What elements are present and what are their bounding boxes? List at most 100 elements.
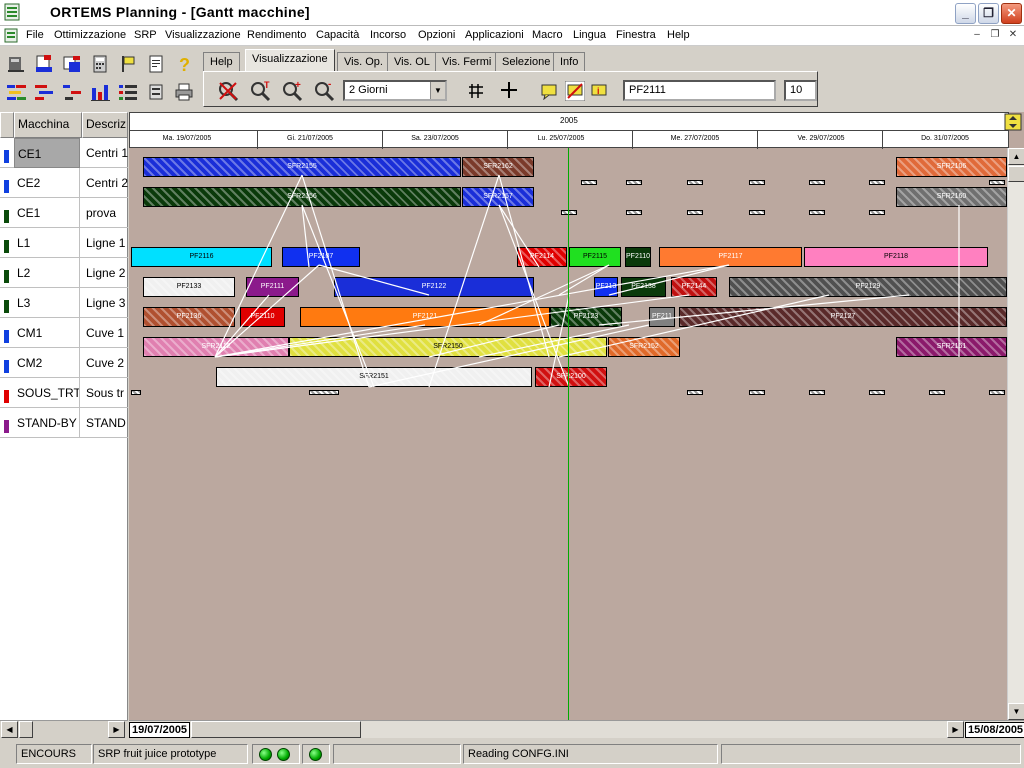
timeline-start-date: 19/07/2005 (129, 722, 191, 738)
machine-row[interactable]: L1 Ligne 1 (0, 228, 128, 258)
menu-finestra[interactable]: Finestra (616, 29, 656, 41)
status-empty-panel (333, 744, 461, 764)
left-horizontal-scrollbar[interactable]: ◀ ▶ (0, 720, 128, 738)
menu-macro[interactable]: Macro (532, 29, 563, 41)
list-view-icon[interactable] (118, 82, 140, 102)
transfer-icon[interactable] (62, 54, 82, 74)
machine-code[interactable]: CE1 (14, 138, 80, 168)
machine-code[interactable]: CE2 (14, 168, 80, 198)
menu-opzioni[interactable]: Opzioni (418, 29, 455, 41)
grid-icon[interactable] (467, 82, 485, 100)
menu-incorso[interactable]: Incorso (370, 29, 406, 41)
tab-vis-ol[interactable]: Vis. OL (387, 52, 437, 72)
zoom-fit-icon[interactable]: T (248, 79, 272, 103)
dependency-link (301, 204, 375, 388)
load-chart-icon[interactable] (90, 82, 112, 102)
print-icon[interactable] (174, 82, 194, 102)
stack-icon[interactable] (146, 82, 166, 102)
menu-help[interactable]: Help (667, 29, 690, 41)
mdi-close-button[interactable]: ✕ (1006, 29, 1020, 42)
zoom-out-icon[interactable]: - (312, 79, 336, 103)
timeline-scroll-right-button[interactable]: ▶ (947, 721, 964, 738)
status-led-icon (277, 748, 290, 761)
scroll-thumb[interactable] (1008, 166, 1024, 182)
note-icon[interactable] (540, 82, 558, 100)
header-macchina[interactable]: Macchina (14, 112, 82, 138)
machine-row[interactable]: L2 Ligne 2 (0, 258, 128, 288)
header-descrizione[interactable]: Descriz (82, 112, 128, 138)
count-input[interactable]: 10 (784, 80, 817, 101)
machine-code[interactable]: CM1 (14, 318, 80, 348)
machine-code[interactable]: SOUS_TRT (14, 378, 80, 408)
zoom-reset-icon[interactable] (216, 79, 240, 103)
machine-code[interactable]: L1 (14, 228, 80, 258)
question-icon[interactable]: ? (174, 54, 194, 74)
mdi-restore-button[interactable]: ❐ (988, 29, 1002, 42)
menu-lingua[interactable]: Lingua (573, 29, 606, 41)
machine-row[interactable]: CE1 Centri 1 (0, 138, 128, 168)
tab-vis-fermi[interactable]: Vis. Fermi (435, 52, 499, 72)
svg-text:T: T (264, 80, 270, 90)
period-select[interactable]: 2 Giorni ▼ (343, 80, 447, 101)
machine-description: Centri 1 (86, 146, 128, 160)
machine-row[interactable]: STAND-BY STAND (0, 408, 128, 438)
chevron-down-icon[interactable]: ▼ (430, 82, 445, 99)
menu-ottimizzazione[interactable]: Ottimizzazione (54, 29, 126, 41)
dependency-link (214, 174, 303, 358)
machine-row[interactable]: CE2 Centri 2 (0, 168, 128, 198)
machine-description: Ligne 3 (86, 296, 126, 310)
machine-code[interactable]: STAND-BY (14, 408, 80, 438)
machine-row[interactable]: SOUS_TRT Sous tr (0, 378, 128, 408)
machine-code[interactable]: CM2 (14, 348, 80, 378)
scroll-right-button[interactable]: ▶ (108, 721, 125, 738)
gantt-links-icon[interactable] (62, 82, 84, 102)
machine-code[interactable]: L3 (14, 288, 80, 318)
search-input[interactable]: PF2111 (623, 80, 776, 101)
zoom-in-icon[interactable]: + (280, 79, 304, 103)
tab-visualizzazione[interactable]: Visualizzazione (245, 49, 335, 72)
tab-info[interactable]: Info (553, 52, 586, 72)
scroll-down-button[interactable]: ▼ (1008, 703, 1024, 720)
gantt-view-icon[interactable] (6, 82, 28, 102)
mdi-minimize-button[interactable]: – (970, 29, 984, 42)
menu-file[interactable]: File (26, 29, 44, 41)
menu-rendimento[interactable]: Rendimento (247, 29, 306, 41)
menu-srp[interactable]: SRP (134, 29, 157, 41)
report-icon[interactable] (146, 54, 166, 74)
gantt-chart[interactable]: 2005 Ma. 19/07/2005 Gi. 21/07/2005 Sa. 23/… (129, 112, 1024, 720)
order-icon[interactable] (34, 54, 54, 74)
status-bar: ENCOURS SRP fruit juice prototype Readin… (0, 740, 1024, 768)
dependency-links (214, 174, 960, 388)
info-note-icon[interactable]: i (590, 82, 608, 100)
tab-help[interactable]: Help (203, 52, 240, 72)
tab-selezione[interactable]: Selezione (495, 52, 558, 72)
note-filter-icon[interactable] (565, 81, 585, 101)
left-scroll-thumb[interactable] (19, 721, 33, 738)
machine-color-swatch (4, 210, 9, 223)
svg-text:-: - (328, 79, 331, 90)
minimize-button[interactable]: _ (955, 3, 976, 24)
machine-row[interactable]: CM1 Cuve 1 (0, 318, 128, 348)
vertical-scrollbar[interactable]: ▲ ▼ (1007, 148, 1024, 720)
scroll-up-button[interactable]: ▲ (1008, 148, 1024, 165)
current-time-line (568, 148, 569, 720)
gantt-orders-icon[interactable] (34, 82, 56, 102)
menu-capacita[interactable]: Capacità (316, 29, 359, 41)
close-button[interactable]: ✕ (1001, 3, 1022, 24)
maximize-button[interactable]: ❐ (978, 3, 999, 24)
machine-code[interactable]: CE1 (14, 198, 80, 228)
machine-row[interactable]: CM2 Cuve 2 (0, 348, 128, 378)
tab-vis-op[interactable]: Vis. Op. (337, 52, 390, 72)
crosshair-icon[interactable] (499, 80, 519, 100)
timeline-scroll-thumb[interactable] (191, 721, 361, 738)
machine-row[interactable]: L3 Ligne 3 (0, 288, 128, 318)
menu-visualizzazione[interactable]: Visualizzazione (165, 29, 241, 41)
flag-icon[interactable] (118, 54, 138, 74)
machines-icon[interactable] (6, 54, 26, 74)
machine-code[interactable]: L2 (14, 258, 80, 288)
timeline-scrollbar[interactable]: 19/07/2005 ▶ 15/08/2005 (129, 720, 1024, 738)
scroll-left-button[interactable]: ◀ (1, 721, 18, 738)
machine-row[interactable]: CE1 prova (0, 198, 128, 228)
calculator-icon[interactable] (90, 54, 110, 74)
menu-applicazioni[interactable]: Applicazioni (465, 29, 524, 41)
